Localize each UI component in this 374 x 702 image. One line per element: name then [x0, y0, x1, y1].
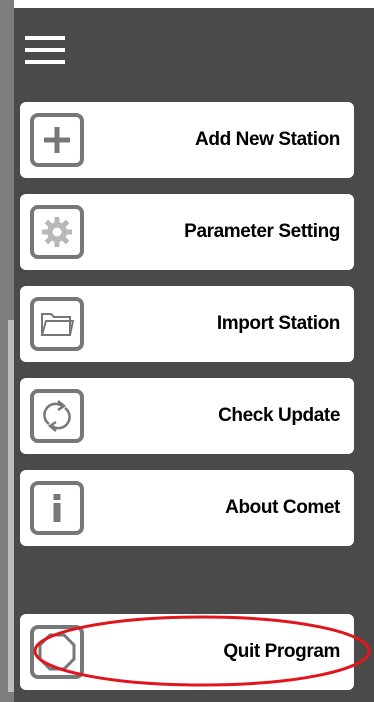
parameter-setting-label: Parameter Setting — [184, 221, 340, 242]
hamburger-menu-icon[interactable] — [25, 30, 65, 70]
check-update-button[interactable]: Check Update — [20, 378, 354, 454]
add-new-station-button[interactable]: Add New Station — [20, 102, 354, 178]
add-new-station-label: Add New Station — [195, 129, 340, 150]
app-window: Add New Station Parameter Setting Import… — [0, 0, 374, 702]
parameter-setting-button[interactable]: Parameter Setting — [20, 194, 354, 270]
window-left-edge — [0, 0, 14, 702]
folder-icon — [30, 297, 84, 351]
info-icon — [30, 481, 84, 535]
check-update-label: Check Update — [218, 405, 340, 426]
about-comet-button[interactable]: About Comet — [20, 470, 354, 546]
import-station-label: Import Station — [216, 313, 341, 334]
gear-icon — [30, 205, 84, 259]
import-station-button[interactable]: Import Station — [20, 286, 354, 362]
octagon-icon — [30, 625, 84, 679]
quit-program-label: Quit Program — [223, 641, 340, 662]
quit-program-button[interactable]: Quit Program — [20, 614, 354, 690]
plus-icon — [30, 113, 84, 167]
refresh-icon — [30, 389, 84, 443]
about-comet-label: About Comet — [225, 497, 340, 518]
